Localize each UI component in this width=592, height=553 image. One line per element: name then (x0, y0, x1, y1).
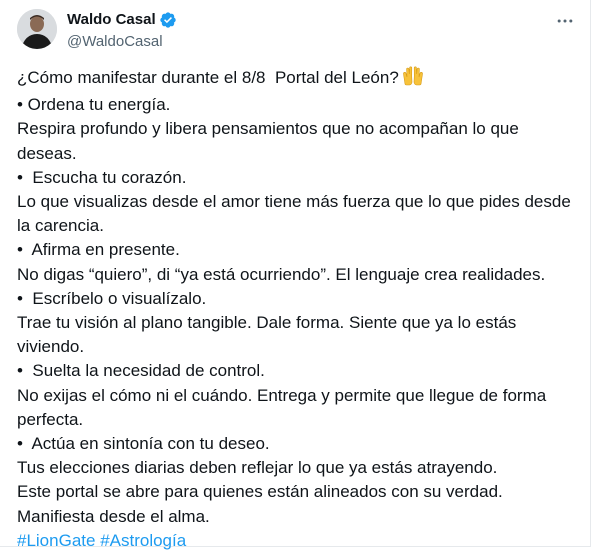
tweet-line: • Escucha tu corazón. (17, 167, 187, 187)
tweet-line: • Suelta la necesidad de control. (17, 361, 265, 381)
hashtag-astrologia[interactable]: #Astrología (100, 531, 186, 550)
tweet-first-line-text: ¿Cómo manifestar durante el 8/8 Portal d… (17, 68, 399, 87)
more-horizontal-icon (557, 19, 573, 23)
tweet-line: Tus elecciones diarias deben reflejar lo… (17, 458, 498, 478)
avatar[interactable] (17, 9, 57, 49)
tweet-line: Este portal se abre para quienes están a… (17, 482, 503, 502)
tweet-line: No digas “quiero”, di “ya está ocurriend… (17, 264, 546, 284)
tweet-text: ¿Cómo manifestar durante el 8/8 Portal d… (17, 66, 577, 553)
tweet-line: perfecta. (17, 409, 84, 429)
hashtag-liongate[interactable]: #LionGate (17, 531, 95, 550)
author-name[interactable]: Waldo Casal (67, 10, 156, 30)
tweet-line-first: ¿Cómo manifestar durante el 8/8 Portal d… (17, 66, 577, 93)
tweet-line: • Escríbelo o visualízalo. (17, 288, 207, 308)
more-options-button[interactable] (554, 10, 576, 32)
tweet-line: Trae tu visión al plano tangible. Dale f… (17, 313, 517, 333)
tweet-line: Lo que visualizas desde el amor tiene má… (17, 192, 571, 212)
author-handle[interactable]: @WaldoCasal (67, 32, 177, 52)
tweet-line: Respira profundo y libera pensamientos q… (17, 119, 519, 139)
raising-hands-emoji (402, 66, 424, 93)
tweet-line: la carencia. (17, 216, 104, 236)
tweet-line: Manifiesta desde el alma. (17, 506, 210, 526)
hashtags: #LionGate #Astrología (17, 529, 577, 553)
tweet-line: • Actúa en sintonía con tu deseo. (17, 434, 270, 454)
tweet-line: • Afirma en presente. (17, 240, 180, 260)
tweet-line: viviendo. (17, 337, 85, 357)
tweet-line: • Ordena tu energía. (17, 95, 171, 115)
tweet-card[interactable]: Waldo Casal @WaldoCasal ¿Cómo manifestar… (0, 0, 591, 550)
author-info: Waldo Casal @WaldoCasal (67, 10, 177, 52)
verified-badge-icon (159, 11, 177, 29)
tweet-line: deseas. (17, 143, 77, 163)
tweet-line: No exijas el cómo ni el cuándo. Entrega … (17, 385, 547, 405)
